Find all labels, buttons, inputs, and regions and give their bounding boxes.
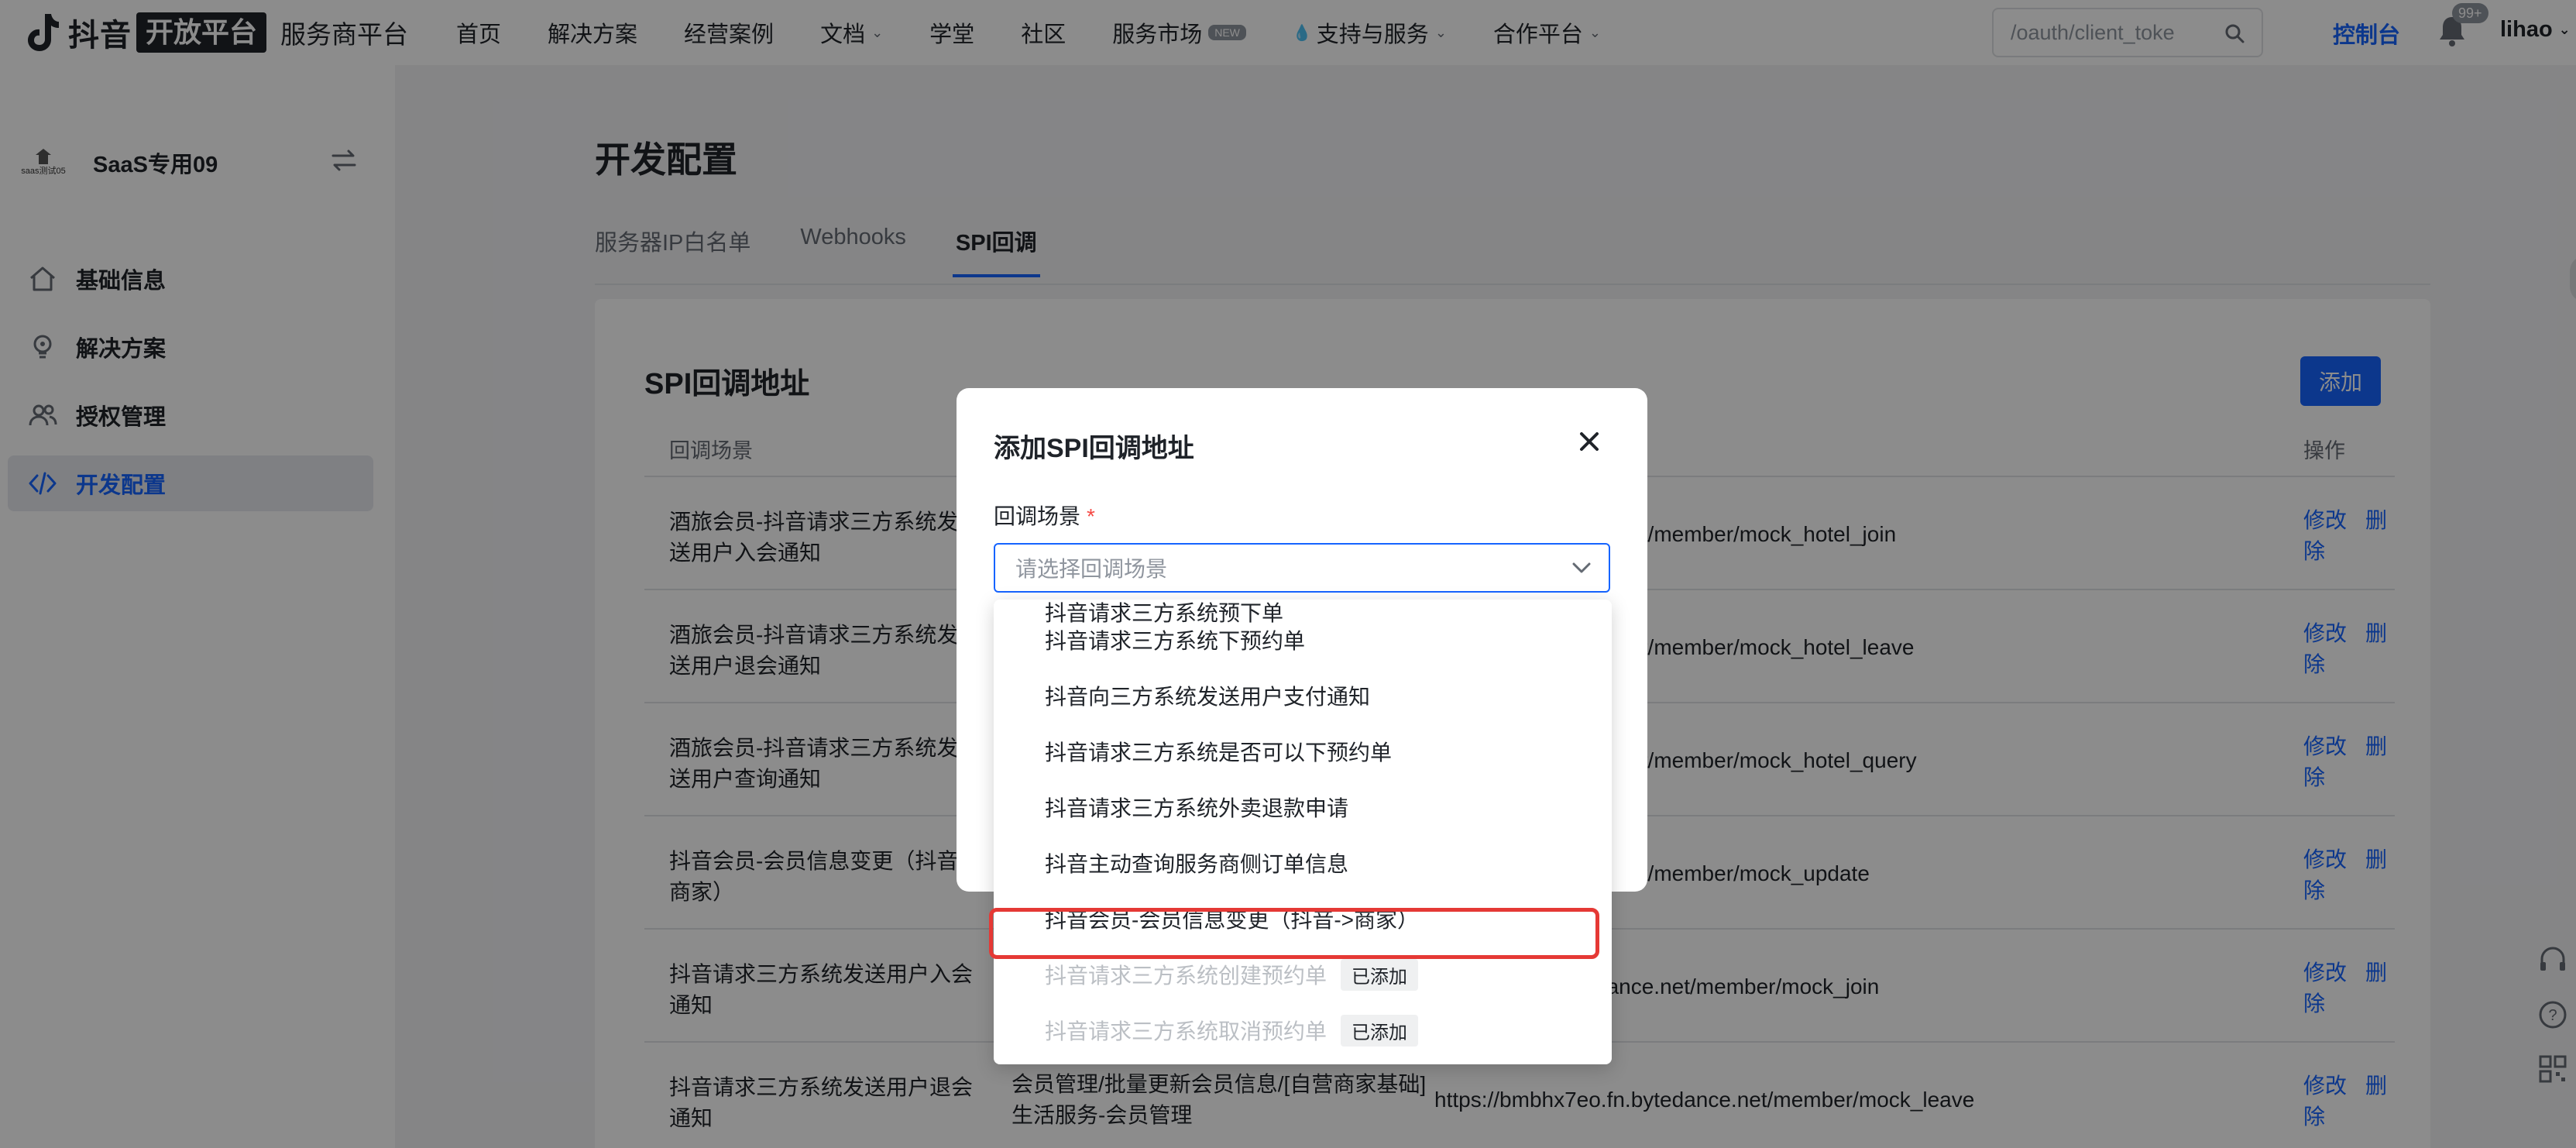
- dropdown-option-disabled: 抖音请求三方系统取消预约单 已添加: [994, 1002, 1612, 1058]
- dropdown-option[interactable]: 抖音请求三方系统下预约单: [994, 612, 1612, 668]
- scene-label-text: 回调场景: [994, 504, 1081, 528]
- scene-select[interactable]: 请选择回调场景: [994, 543, 1610, 593]
- option-label: 抖音请求三方系统创建预约单: [1045, 964, 1327, 988]
- highlight-box: [989, 908, 1599, 959]
- option-label: 抖音请求三方系统取消预约单: [1045, 1019, 1327, 1043]
- dropdown-option[interactable]: 抖音请求三方系统外卖退款申请: [994, 779, 1612, 835]
- dropdown-option[interactable]: 抖音向三方系统发送用户支付通知: [994, 668, 1612, 724]
- dropdown-option[interactable]: 抖音请求三方系统是否可以下预约单: [994, 724, 1612, 779]
- dropdown-option[interactable]: 抖音主动查询服务商侧订单信息: [994, 835, 1612, 891]
- option-label: 抖音请求三方系统下预约单: [1045, 629, 1306, 653]
- scene-field-label: 回调场景 *: [994, 500, 1095, 531]
- scene-dropdown: 抖音请求三方系统预下单 抖音请求三方系统下预约单 抖音向三方系统发送用户支付通知 抖音…: [994, 600, 1612, 1064]
- option-label: 抖音请求三方系统是否可以下预约单: [1045, 741, 1393, 765]
- select-placeholder: 请选择回调场景: [1015, 557, 1168, 581]
- modal-title: 添加SPI回调地址: [994, 434, 1194, 463]
- chevron-down-icon: [1572, 562, 1591, 573]
- required-mark: *: [1087, 504, 1095, 528]
- option-label: 抖音主动查询服务商侧订单信息: [1045, 852, 1349, 876]
- option-label: 抖音向三方系统发送用户支付通知: [1045, 685, 1371, 709]
- added-tag: 已添加: [1341, 958, 1419, 991]
- option-label: 抖音请求三方系统外卖退款申请: [1045, 796, 1349, 820]
- added-tag: 已添加: [1341, 1014, 1419, 1047]
- close-icon[interactable]: [1578, 430, 1601, 453]
